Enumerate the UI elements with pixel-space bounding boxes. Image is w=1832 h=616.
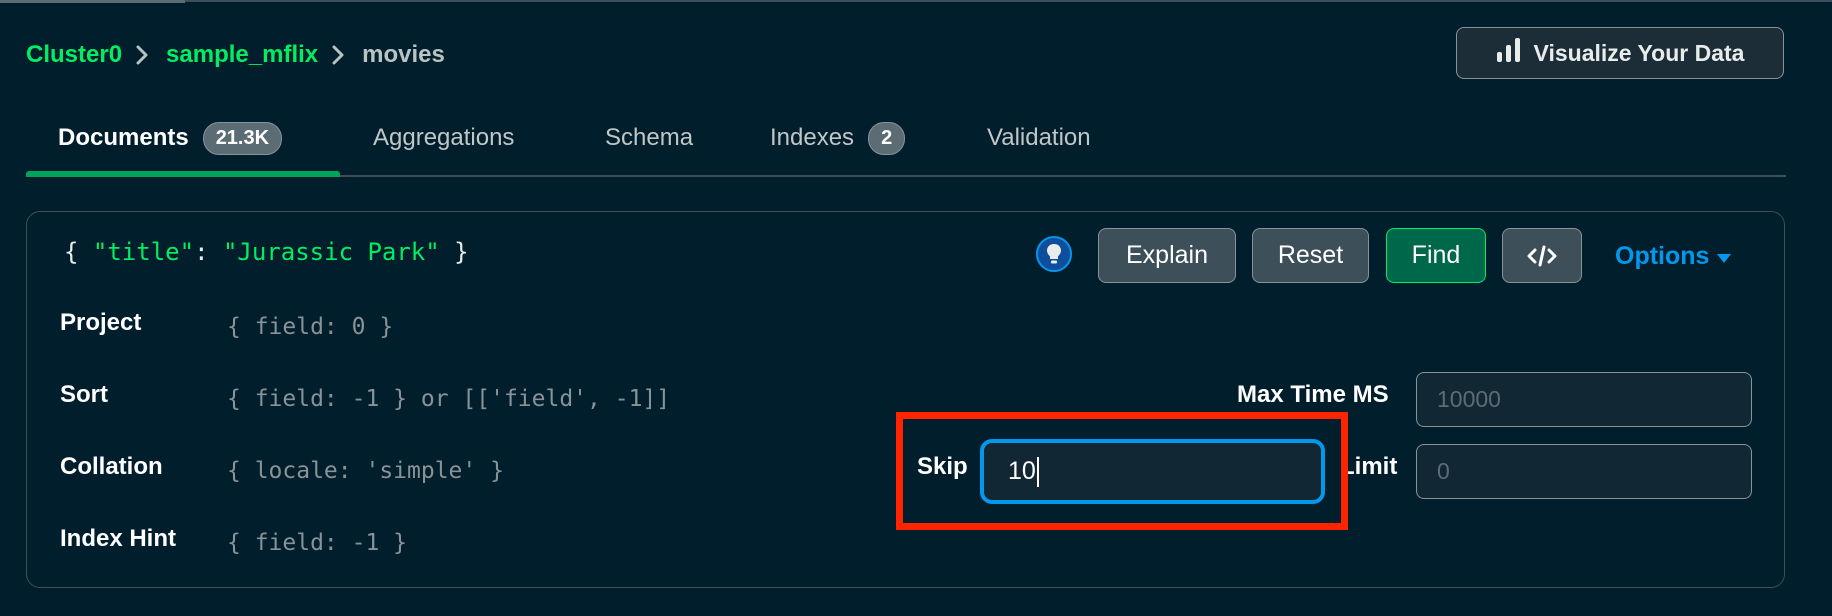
- lightbulb-icon[interactable]: [1036, 236, 1072, 272]
- tab-label: Aggregations: [373, 124, 515, 151]
- tab-aggregations[interactable]: Aggregations: [373, 117, 514, 159]
- find-button[interactable]: Find: [1386, 228, 1486, 283]
- tab-indexes[interactable]: Indexes 2: [770, 117, 906, 159]
- index-hint-label: Index Hint: [60, 525, 177, 552]
- breadcrumb-collection: movies: [362, 41, 445, 68]
- explain-button[interactable]: Explain: [1098, 228, 1236, 283]
- reset-button[interactable]: Reset: [1252, 228, 1369, 283]
- top-border-accent: [0, 0, 185, 3]
- sort-label: Sort: [60, 381, 108, 408]
- filter-brace-close: }: [454, 238, 469, 266]
- index-count-badge: 2: [868, 121, 906, 155]
- tab-label: Indexes: [770, 124, 855, 151]
- tab-label: Documents: [58, 124, 189, 151]
- index-hint-input[interactable]: { field: -1 }: [227, 530, 407, 556]
- filter-editor[interactable]: { "title": "Jurassic Park" }: [64, 238, 469, 266]
- bar-chart-icon: [1496, 38, 1522, 68]
- sort-input[interactable]: { field: -1 } or [['field', -1]]: [227, 386, 670, 412]
- chevron-right-icon: [130, 43, 158, 67]
- tab-label: Schema: [605, 124, 694, 151]
- visualize-data-label: Visualize Your Data: [1533, 39, 1745, 66]
- project-label: Project: [60, 309, 142, 336]
- breadcrumb-cluster[interactable]: Cluster0: [26, 41, 122, 69]
- visualize-data-button[interactable]: Visualize Your Data: [1456, 27, 1784, 79]
- code-icon[interactable]: [1502, 228, 1582, 283]
- breadcrumb: Cluster0 sample_mflix movies: [26, 38, 445, 72]
- options-button[interactable]: Options: [1615, 236, 1732, 276]
- collation-label: Collation: [60, 453, 163, 480]
- options-label: Options: [1615, 241, 1710, 270]
- filter-key: "title": [92, 238, 195, 266]
- breadcrumb-database[interactable]: sample_mflix: [166, 41, 318, 69]
- tab-documents[interactable]: Documents 21.3K: [58, 117, 283, 159]
- caret-down-icon: [1717, 242, 1732, 271]
- collection-tabs: Documents 21.3K Aggregations Schema Inde…: [26, 105, 1786, 177]
- filter-colon: :: [194, 238, 209, 266]
- document-count-badge: 21.3K: [202, 121, 283, 155]
- max-time-ms-input[interactable]: 10000: [1416, 372, 1752, 427]
- limit-input[interactable]: 0: [1416, 444, 1752, 499]
- project-input[interactable]: { field: 0 }: [227, 314, 393, 340]
- max-time-label: Max Time MS: [1237, 381, 1389, 408]
- chevron-right-icon: [326, 43, 354, 67]
- limit-label: Limit: [1340, 453, 1398, 480]
- tab-schema[interactable]: Schema: [605, 117, 693, 159]
- tab-label: Validation: [987, 124, 1091, 151]
- filter-brace-open: {: [64, 238, 79, 266]
- collation-input[interactable]: { locale: 'simple' }: [227, 458, 504, 484]
- tab-validation[interactable]: Validation: [987, 117, 1091, 159]
- top-border: [0, 0, 1832, 2]
- active-tab-indicator: [26, 171, 340, 177]
- filter-value: "Jurassic Park": [222, 238, 440, 266]
- annotation-highlight-box: [896, 412, 1348, 530]
